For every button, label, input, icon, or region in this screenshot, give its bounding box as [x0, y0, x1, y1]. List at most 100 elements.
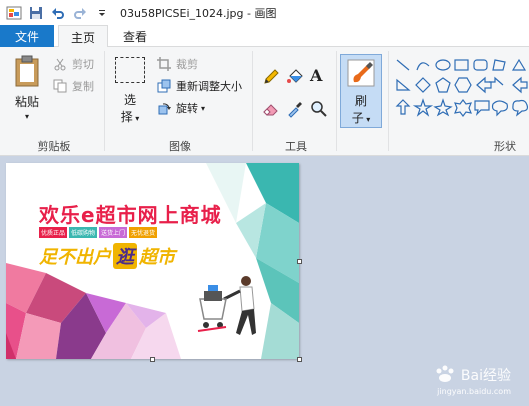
image-canvas[interactable]: 欢乐e超市网上商城 优质正品 低碳购物 送货上门 无忧退货 足不出户 逛 超市 — [6, 163, 299, 359]
resize-handle-corner[interactable] — [297, 357, 302, 362]
tab-view[interactable]: 查看 — [112, 25, 158, 47]
badge: 优质正品 — [39, 227, 68, 238]
crop-icon — [156, 56, 172, 72]
rotate-button[interactable]: 旋转 ▾ — [156, 100, 205, 116]
badge: 无忧退货 — [129, 227, 158, 238]
copy-button[interactable]: 复制 — [52, 78, 94, 94]
title-bar: 03u58PICSEi_1024.jpg - 画图 — [0, 0, 529, 25]
redo-icon[interactable] — [72, 5, 88, 21]
group-divider — [104, 51, 105, 151]
tools-group-label: 工具 — [285, 140, 307, 153]
select-label-line2: 择 ▾ — [112, 108, 148, 125]
scissors-icon — [52, 56, 68, 72]
pentagon-shape-icon — [435, 77, 451, 93]
crop-button[interactable]: 裁剪 — [156, 56, 198, 72]
shopper-illustration — [197, 276, 256, 335]
window-title: 03u58PICSEi_1024.jpg - 画图 — [120, 6, 277, 20]
tab-home[interactable]: 主页 — [58, 25, 108, 48]
eraser-icon[interactable] — [262, 100, 280, 118]
paint-window: 03u58PICSEi_1024.jpg - 画图 文件 主页 查看 粘贴 ▾ … — [0, 0, 529, 406]
select-label-line2-text: 择 — [120, 110, 133, 124]
oval-shape-icon — [435, 59, 451, 71]
fill-bucket-icon[interactable] — [286, 68, 304, 86]
shapes-gallery[interactable] — [393, 56, 529, 120]
resize-button[interactable]: 重新调整大小 — [156, 78, 242, 94]
group-divider — [336, 51, 337, 151]
cut-button[interactable]: 剪切 — [52, 56, 94, 72]
cut-label: 剪切 — [72, 58, 94, 71]
select-dropdown-icon: ▾ — [132, 114, 140, 123]
arrow-left-block-shape-icon — [512, 76, 528, 94]
paint-app-icon — [6, 5, 22, 21]
watermark-brand: Bai经验 — [460, 368, 511, 384]
resize-handle-bottom[interactable] — [150, 357, 155, 362]
badge: 送货上门 — [99, 227, 128, 238]
rotate-label: 旋转 — [176, 102, 198, 115]
callout-oval-shape-icon — [491, 100, 508, 117]
quick-access-toolbar — [0, 0, 110, 25]
paste-label: 粘贴 — [14, 95, 39, 109]
tab-file[interactable]: 文件 — [0, 25, 54, 47]
brushes-button[interactable]: 刷 子 ▾ — [340, 54, 382, 128]
rotate-dropdown-icon: ▾ — [201, 103, 206, 113]
triangle-shape-icon — [511, 58, 527, 71]
color-picker-icon[interactable] — [286, 100, 304, 118]
resize-icon — [156, 78, 172, 94]
paste-button[interactable]: 粘贴 ▾ — [8, 53, 46, 127]
arrow-up-shape-icon — [395, 99, 411, 115]
rectangle-shape-icon — [454, 59, 469, 71]
clipboard-group-label: 剪贴板 — [37, 140, 71, 153]
ribbon-tabs: 文件 主页 查看 — [0, 25, 529, 48]
select-button[interactable]: 选 择 ▾ — [112, 53, 148, 131]
brushes-label-line1: 刷 — [354, 94, 367, 108]
slogan-part1: 足不出户 — [39, 247, 111, 268]
brushes-label-line2-text: 子 — [351, 111, 364, 125]
star-four-shape-icon — [412, 98, 434, 117]
canvas-area[interactable]: 欢乐e超市网上商城 优质正品 低碳购物 送货上门 无忧退货 足不出户 逛 超市 — [0, 157, 529, 406]
callout-cloud-shape-icon — [512, 99, 529, 117]
slogan: 足不出户 逛 超市 — [39, 243, 175, 269]
star-five-shape-icon — [433, 98, 453, 117]
hexagon-shape-icon — [454, 77, 472, 93]
save-icon[interactable] — [28, 5, 44, 21]
ribbon: 粘贴 ▾ 剪切 复制 剪贴板 选 择 ▾ 裁剪 重新调整大小 旋转 ▾ 图像 A… — [0, 47, 529, 156]
crop-label: 裁剪 — [176, 58, 198, 71]
copy-label: 复制 — [72, 80, 94, 93]
resize-label: 重新调整大小 — [176, 80, 242, 93]
brushes-label-line2: 子 ▾ — [341, 109, 381, 126]
group-divider — [252, 51, 253, 151]
line-shape-icon — [396, 59, 410, 71]
badge-row: 优质正品 低碳购物 送货上门 无忧退货 — [39, 227, 158, 238]
badge: 低碳购物 — [69, 227, 98, 238]
group-divider — [388, 51, 389, 151]
slogan-highlight: 逛 — [113, 243, 137, 269]
polygon-shape-icon — [492, 59, 506, 71]
paste-dropdown-icon: ▾ — [24, 112, 29, 121]
watermark: Bai经验 jingyan.baidu.com — [434, 365, 511, 396]
clipboard-icon — [13, 55, 41, 87]
shapes-gallery-svg — [395, 58, 529, 117]
curve-shape-icon — [416, 62, 430, 71]
rounded-rectangle-shape-icon — [473, 59, 488, 71]
pencil-icon[interactable] — [262, 68, 280, 86]
undo-icon[interactable] — [50, 5, 66, 21]
arrow-right-shape-icon — [476, 76, 492, 94]
headline-text: 欢乐e超市网上商城 — [39, 203, 222, 227]
image-group-label: 图像 — [169, 140, 191, 153]
rotate-icon — [156, 100, 172, 116]
paw-logo-icon — [434, 365, 456, 387]
shapes-group-label: 形状 — [494, 140, 516, 153]
brushes-dropdown-icon: ▾ — [363, 115, 371, 124]
selection-rect-icon — [115, 57, 145, 83]
star-six-shape-icon — [454, 99, 472, 117]
brush-icon — [346, 58, 376, 88]
resize-handle-right[interactable] — [297, 259, 302, 264]
callout-rect-shape-icon — [474, 100, 490, 116]
magnifier-icon[interactable] — [310, 100, 328, 118]
customize-toolbar-icon[interactable] — [94, 5, 110, 21]
right-triangle-shape-icon — [396, 78, 411, 91]
diamond-shape-icon — [415, 77, 431, 93]
watermark-url: jingyan.baidu.com — [437, 387, 511, 396]
slogan-part2: 超市 — [139, 247, 175, 268]
text-tool-icon[interactable]: A — [310, 66, 328, 86]
